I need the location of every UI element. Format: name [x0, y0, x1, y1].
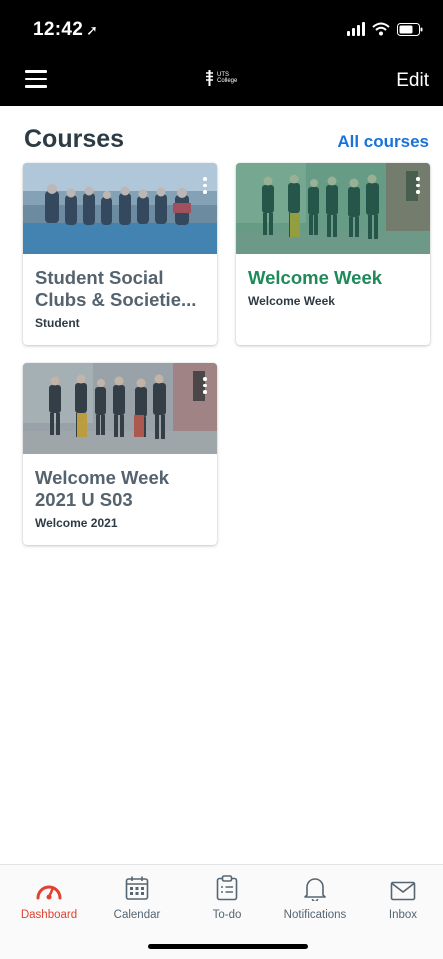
course-title: Welcome Week 2021 U S03	[35, 467, 170, 510]
course-title: Welcome Week	[248, 267, 383, 288]
tab-dashboard-label: Dashboard	[20, 909, 78, 921]
tab-dashboard[interactable]: Dashboard	[9, 875, 89, 921]
top-bar: 12:42 ➚ UTS College Edit	[0, 0, 443, 106]
courses-title: Courses	[24, 125, 125, 153]
dashboard-gauge-icon	[9, 875, 89, 901]
course-options-icon[interactable]	[416, 177, 420, 195]
course-options-icon[interactable]	[203, 177, 207, 195]
course-card[interactable]: Welcome Week 2021 U S03 Welcome 2021	[23, 363, 217, 545]
status-time-text: 12:42	[33, 19, 84, 40]
course-card-image	[236, 163, 430, 254]
tab-inbox-label: Inbox	[388, 909, 418, 921]
course-subtitle: Welcome 2021	[35, 516, 118, 530]
home-indicator[interactable]	[148, 944, 308, 949]
wifi-icon	[372, 22, 390, 36]
course-card[interactable]: Welcome Week Welcome Week	[236, 163, 430, 345]
clipboard-icon	[187, 875, 267, 901]
all-courses-link[interactable]: All courses	[337, 132, 429, 152]
tab-todo[interactable]: To-do	[187, 875, 267, 921]
course-subtitle: Welcome Week	[248, 294, 335, 308]
status-time: 12:42 ➚	[33, 19, 98, 41]
envelope-icon	[363, 875, 443, 901]
edit-button[interactable]: Edit	[396, 70, 429, 92]
logo-text: UTS College	[217, 72, 237, 84]
bell-icon	[275, 875, 355, 901]
calendar-icon	[97, 875, 177, 901]
course-card-image	[23, 163, 217, 254]
tab-notifications-label: Notifications	[283, 909, 347, 921]
course-options-icon[interactable]	[203, 377, 207, 395]
logo-mark-icon	[206, 70, 213, 86]
battery-icon	[397, 23, 423, 36]
uts-college-logo: UTS College	[205, 70, 237, 86]
course-card-image	[23, 363, 217, 454]
location-arrow-icon: ➚	[86, 22, 99, 38]
tab-calendar-label: Calendar	[113, 909, 161, 921]
tab-calendar[interactable]: Calendar	[97, 875, 177, 921]
hamburger-menu-icon[interactable]	[25, 70, 47, 88]
course-card[interactable]: Student Social Clubs & Societie... Stude…	[23, 163, 217, 345]
tab-inbox[interactable]: Inbox	[363, 875, 443, 921]
logo-text-line-2: College	[217, 78, 238, 84]
course-subtitle: Student	[35, 316, 80, 330]
status-icons	[347, 22, 423, 36]
course-title: Student Social Clubs & Societie...	[35, 267, 197, 310]
tab-notifications[interactable]: Notifications	[275, 875, 355, 921]
cellular-signal-icon	[347, 22, 365, 36]
tab-todo-label: To-do	[212, 909, 242, 921]
